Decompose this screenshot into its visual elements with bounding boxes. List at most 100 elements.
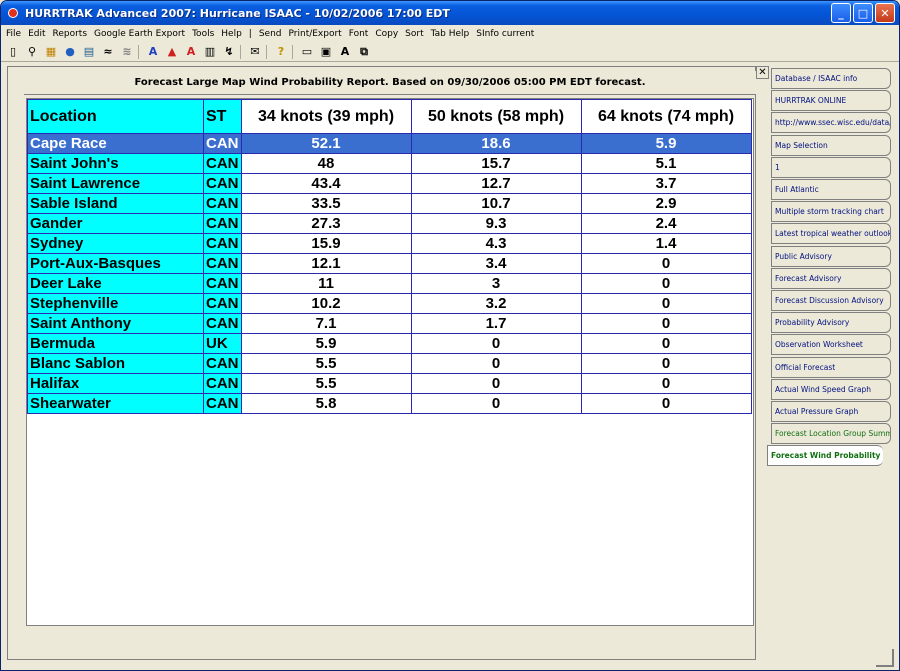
font-icon[interactable]: A: [337, 44, 353, 60]
prob-50kt-cell[interactable]: 18.6: [410, 133, 582, 154]
prob-34kt-cell[interactable]: 43.4: [240, 173, 412, 194]
prob-50kt-cell[interactable]: 0: [410, 353, 582, 374]
location-cell[interactable]: Shearwater: [27, 393, 204, 414]
prob-50kt-cell[interactable]: 3.2: [410, 293, 582, 314]
prob-50kt-cell[interactable]: 0: [410, 333, 582, 354]
state-cell[interactable]: UK: [203, 333, 242, 354]
tab-observation-worksheet[interactable]: Observation Worksheet: [771, 334, 891, 356]
state-cell[interactable]: CAN: [203, 273, 242, 294]
resize-grip[interactable]: [876, 649, 894, 667]
prob-50kt-cell[interactable]: 12.7: [410, 173, 582, 194]
prob-50kt-cell[interactable]: 10.7: [410, 193, 582, 214]
prob-50kt-cell[interactable]: 0: [410, 373, 582, 394]
table-row[interactable]: Saint Lawrence CAN 43.4 12.7 3.7: [27, 173, 752, 194]
prob-50kt-cell[interactable]: 3.4: [410, 253, 582, 274]
table-row[interactable]: Sable Island CAN 33.5 10.7 2.9: [27, 193, 752, 214]
state-cell[interactable]: CAN: [203, 213, 242, 234]
table-row[interactable]: Saint John's CAN 48 15.7 5.1: [27, 153, 752, 174]
tab-hurrtrak-online[interactable]: HURRTRAK ONLINE: [771, 90, 891, 112]
prob-50kt-cell[interactable]: 15.7: [410, 153, 582, 174]
tab-latest-tropical-weather-outlook[interactable]: Latest tropical weather outlook: [771, 223, 891, 245]
state-cell[interactable]: CAN: [203, 253, 242, 274]
font-blue-icon[interactable]: A: [145, 44, 161, 60]
prob-64kt-cell[interactable]: 0: [580, 333, 752, 354]
prob-34kt-cell[interactable]: 11: [240, 273, 412, 294]
tab-database-isaac-info[interactable]: Database / ISAAC info: [771, 68, 891, 89]
prob-50kt-cell[interactable]: 9.3: [410, 213, 582, 234]
prob-34kt-cell[interactable]: 12.1: [240, 253, 412, 274]
chart-icon[interactable]: ▤: [81, 44, 97, 60]
minimize-button[interactable]: _: [831, 3, 851, 23]
prob-34kt-cell[interactable]: 48: [240, 153, 412, 174]
column-header[interactable]: 34 knots (39 mph): [240, 99, 412, 134]
menu-item[interactable]: Send: [259, 29, 282, 39]
panel-close-icon[interactable]: ✕: [756, 66, 769, 79]
prob-34kt-cell[interactable]: 5.5: [240, 353, 412, 374]
title-bar[interactable]: HURRTRAK Advanced 2007: Hurricane ISAAC …: [1, 1, 899, 25]
menu-item[interactable]: Tab Help: [431, 29, 470, 39]
state-cell[interactable]: CAN: [203, 393, 242, 414]
table-row[interactable]: Halifax CAN 5.5 0 0: [27, 373, 752, 394]
table-row[interactable]: Shearwater CAN 5.8 0 0: [27, 393, 752, 414]
location-cell[interactable]: Stephenville: [27, 293, 204, 314]
state-cell[interactable]: CAN: [203, 373, 242, 394]
tab-1[interactable]: 1: [771, 156, 891, 178]
column-header[interactable]: ST: [203, 99, 242, 134]
prob-34kt-cell[interactable]: 7.1: [240, 313, 412, 334]
location-cell[interactable]: Gander: [27, 213, 204, 234]
menu-item[interactable]: File: [6, 29, 21, 39]
tab-public-advisory[interactable]: Public Advisory: [771, 245, 891, 267]
menu-item[interactable]: Google Earth Export: [94, 29, 185, 39]
new-doc-icon[interactable]: ▯: [5, 44, 21, 60]
state-cell[interactable]: CAN: [203, 193, 242, 214]
prob-50kt-cell[interactable]: 0: [410, 393, 582, 414]
table-row[interactable]: Stephenville CAN 10.2 3.2 0: [27, 293, 752, 314]
report-icon[interactable]: ▥: [202, 44, 218, 60]
location-cell[interactable]: Blanc Sablon: [27, 353, 204, 374]
storm-icon[interactable]: ≈: [100, 44, 116, 60]
tab-forecast-advisory[interactable]: Forecast Advisory: [771, 267, 891, 289]
tab-actual-wind-speed-graph[interactable]: Actual Wind Speed Graph: [771, 378, 891, 400]
table-row[interactable]: Bermuda UK 5.9 0 0: [27, 333, 752, 354]
state-cell[interactable]: CAN: [203, 153, 242, 174]
menu-item[interactable]: Print/Export: [289, 29, 342, 39]
tab-forecast-wind-probability[interactable]: Forecast Wind Probability: [767, 445, 883, 467]
menu-item[interactable]: Reports: [53, 29, 88, 39]
print-icon[interactable]: ▣: [318, 44, 334, 60]
location-cell[interactable]: Saint Anthony: [27, 313, 204, 334]
prob-64kt-cell[interactable]: 0: [580, 393, 752, 414]
prob-64kt-cell[interactable]: 0: [580, 313, 752, 334]
table-row[interactable]: Port-Aux-Basques CAN 12.1 3.4 0: [27, 253, 752, 274]
prob-34kt-cell[interactable]: 33.5: [240, 193, 412, 214]
tab-official-forecast[interactable]: Official Forecast: [771, 356, 891, 378]
prob-64kt-cell[interactable]: 2.4: [580, 213, 752, 234]
tab-full-atlantic[interactable]: Full Atlantic: [771, 179, 891, 200]
menu-item[interactable]: SInfo current: [476, 29, 534, 39]
prob-64kt-cell[interactable]: 0: [580, 373, 752, 394]
tab-multiple-storm-tracking-chart[interactable]: Multiple storm tracking chart: [771, 201, 891, 223]
prob-50kt-cell[interactable]: 1.7: [410, 313, 582, 334]
location-cell[interactable]: Sable Island: [27, 193, 204, 214]
state-cell[interactable]: CAN: [203, 233, 242, 254]
font-red-icon[interactable]: A: [183, 44, 199, 60]
send-icon[interactable]: ✉: [247, 44, 263, 60]
state-cell[interactable]: CAN: [203, 313, 242, 334]
tag-icon[interactable]: ▭: [299, 44, 315, 60]
close-button[interactable]: ✕: [875, 3, 895, 23]
prob-64kt-cell[interactable]: 0: [580, 253, 752, 274]
table-row[interactable]: Sydney CAN 15.9 4.3 1.4: [27, 233, 752, 254]
location-cell[interactable]: Halifax: [27, 373, 204, 394]
map-icon[interactable]: ▦: [43, 44, 59, 60]
column-header[interactable]: 50 knots (58 mph): [410, 99, 582, 134]
table-row[interactable]: Blanc Sablon CAN 5.5 0 0: [27, 353, 752, 374]
state-cell[interactable]: CAN: [203, 353, 242, 374]
copy-icon[interactable]: ⧉: [356, 44, 372, 60]
globe-icon[interactable]: ●: [62, 44, 78, 60]
menu-item[interactable]: Edit: [28, 29, 45, 39]
tab-forecast-discussion-advisory[interactable]: Forecast Discussion Advisory: [771, 290, 891, 311]
table-row[interactable]: Deer Lake CAN 11 3 0: [27, 273, 752, 294]
location-cell[interactable]: Cape Race: [27, 133, 204, 154]
prob-34kt-cell[interactable]: 52.1: [240, 133, 412, 154]
report-grid[interactable]: Location ST 34 knots (39 mph) 50 knots (58 …: [26, 98, 754, 626]
column-header[interactable]: Location: [27, 99, 204, 134]
